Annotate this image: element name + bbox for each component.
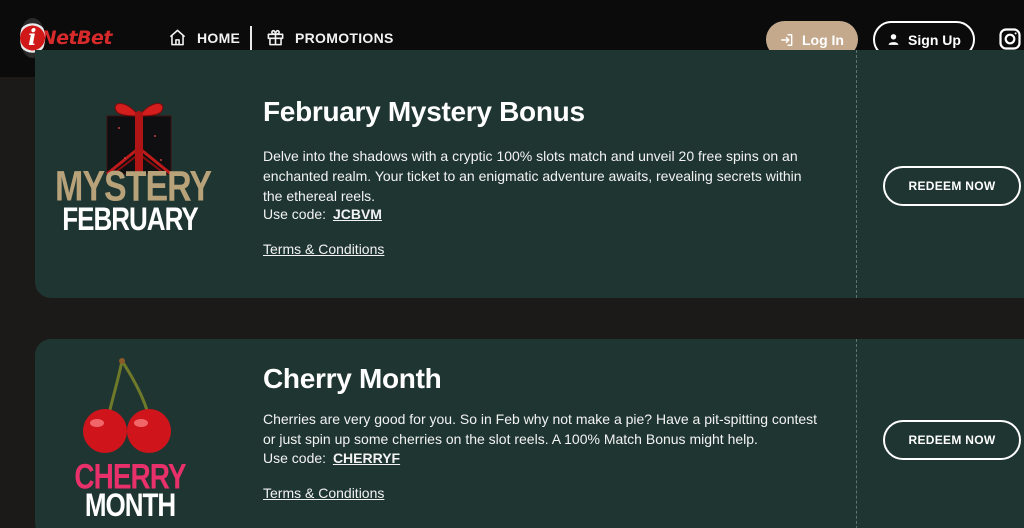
promo-code[interactable]: JCBVM (333, 206, 382, 222)
nav-home[interactable]: HOME (168, 28, 240, 47)
terms-conditions-link[interactable]: Terms & Conditions (263, 241, 384, 257)
promo-card-february-mystery: MYSTERY FEBRUARY February Mystery Bonus … (35, 50, 1024, 298)
promo-title: February Mystery Bonus (263, 96, 585, 127)
signup-label: Sign Up (908, 31, 961, 48)
cherry-image-text-bottom: MONTH (84, 486, 176, 524)
promo-code-label: Use code: (263, 206, 327, 222)
promo-card-cherry-month: CHERRY MONTH Cherry Month Cherries are v… (35, 339, 1024, 528)
nav-promotions-label: PROMOTIONS (295, 29, 394, 46)
promo-code[interactable]: CHERRYF (333, 450, 400, 466)
cherry-icon (83, 358, 171, 453)
promo-code-line: Use code: JCBVM (263, 206, 382, 222)
login-label: Log In (802, 31, 844, 48)
redeem-now-button[interactable]: REDEEM NOW (883, 420, 1021, 460)
card-dashed-divider (856, 339, 857, 528)
nav-home-label: HOME (197, 29, 241, 46)
instagram-icon[interactable] (998, 27, 1022, 51)
login-icon (781, 33, 793, 46)
gift-icon (267, 29, 284, 46)
nav-divider (250, 26, 252, 51)
promo-title: Cherry Month (263, 363, 442, 394)
logo-letter: i (28, 25, 37, 51)
redeem-now-button[interactable]: REDEEM NOW (883, 166, 1021, 206)
nav-promotions[interactable]: PROMOTIONS (266, 28, 394, 47)
mystery-image-text-bottom: FEBRUARY (62, 200, 198, 238)
promo-code-label: Use code: (263, 450, 327, 466)
terms-conditions-link[interactable]: Terms & Conditions (263, 485, 384, 501)
cherry-image: CHERRY MONTH (55, 355, 205, 524)
promo-description: Cherries are very good for you. So in Fe… (263, 411, 818, 447)
user-icon (888, 34, 899, 45)
logo-wordmark: NetBet (40, 27, 113, 49)
mystery-gift-image: MYSTERY FEBRUARY (55, 88, 212, 238)
promo-code-line: Use code: CHERRYF (263, 450, 400, 466)
card-dashed-divider (856, 50, 857, 298)
promo-description: Delve into the shadows with a cryptic 10… (263, 148, 802, 204)
home-icon (169, 29, 186, 46)
